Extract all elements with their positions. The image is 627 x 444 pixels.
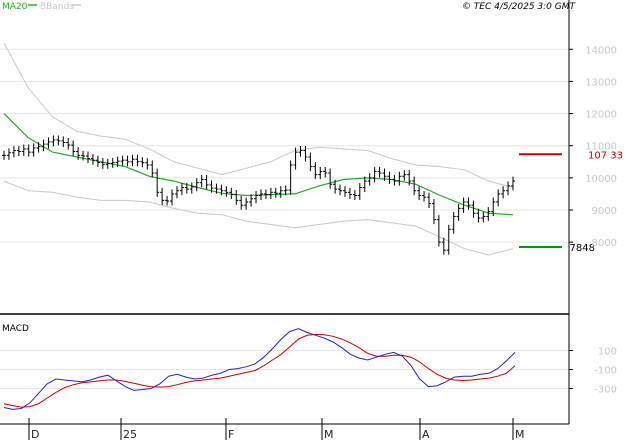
macd-y-tick-label: -300 [594,385,617,396]
macd-y-tick-label: -100 [594,366,617,377]
macd-panel-label: MACD [2,324,29,334]
bbands-upper-line [3,42,514,188]
x-tick-label: M [324,428,334,440]
chart-canvas: MA20 BBands © TEC 4/5/2025 3:0 GMT 107 3… [0,0,623,441]
price-y-tick-label: 8000 [592,238,617,249]
macd-signal-line [3,333,516,408]
price-y-tick-label: 9000 [592,206,617,217]
legend-ma20-label: MA20 [2,2,28,12]
stock-chart: MA20 BBands © TEC 4/5/2025 3:0 GMT 107 3… [0,0,627,441]
price-y-ticks: 8000 9000 10000 11000 12000 13000 14000 [569,45,617,249]
macd-y-ticks: 100 -100 -300 [569,347,617,396]
price-y-tick-label: 13000 [585,77,617,88]
x-tick-label: 25 [123,428,137,440]
x-tick-label: A [422,428,430,440]
ma20-path [3,113,514,216]
x-tick-label: D [31,428,39,440]
price-y-tick-label: 10000 [585,174,617,185]
x-tick-label: F [228,428,234,440]
price-y-tick-label: 11000 [585,142,617,153]
price-y-tick-label: 14000 [585,45,617,56]
x-tick-label: M [515,428,525,440]
ma20-line [3,113,514,216]
copyright-text: © TEC 4/5/2025 3:0 GMT [462,2,577,12]
price-y-tick-label: 12000 [585,110,617,121]
macd-y-tick-label: 100 [598,347,617,358]
bbands-lower-line [3,180,514,256]
legend-bbands-label: BBands [40,2,74,12]
x-ticks: D 25 F M A M [28,418,525,441]
bollinger-bands [3,42,514,256]
